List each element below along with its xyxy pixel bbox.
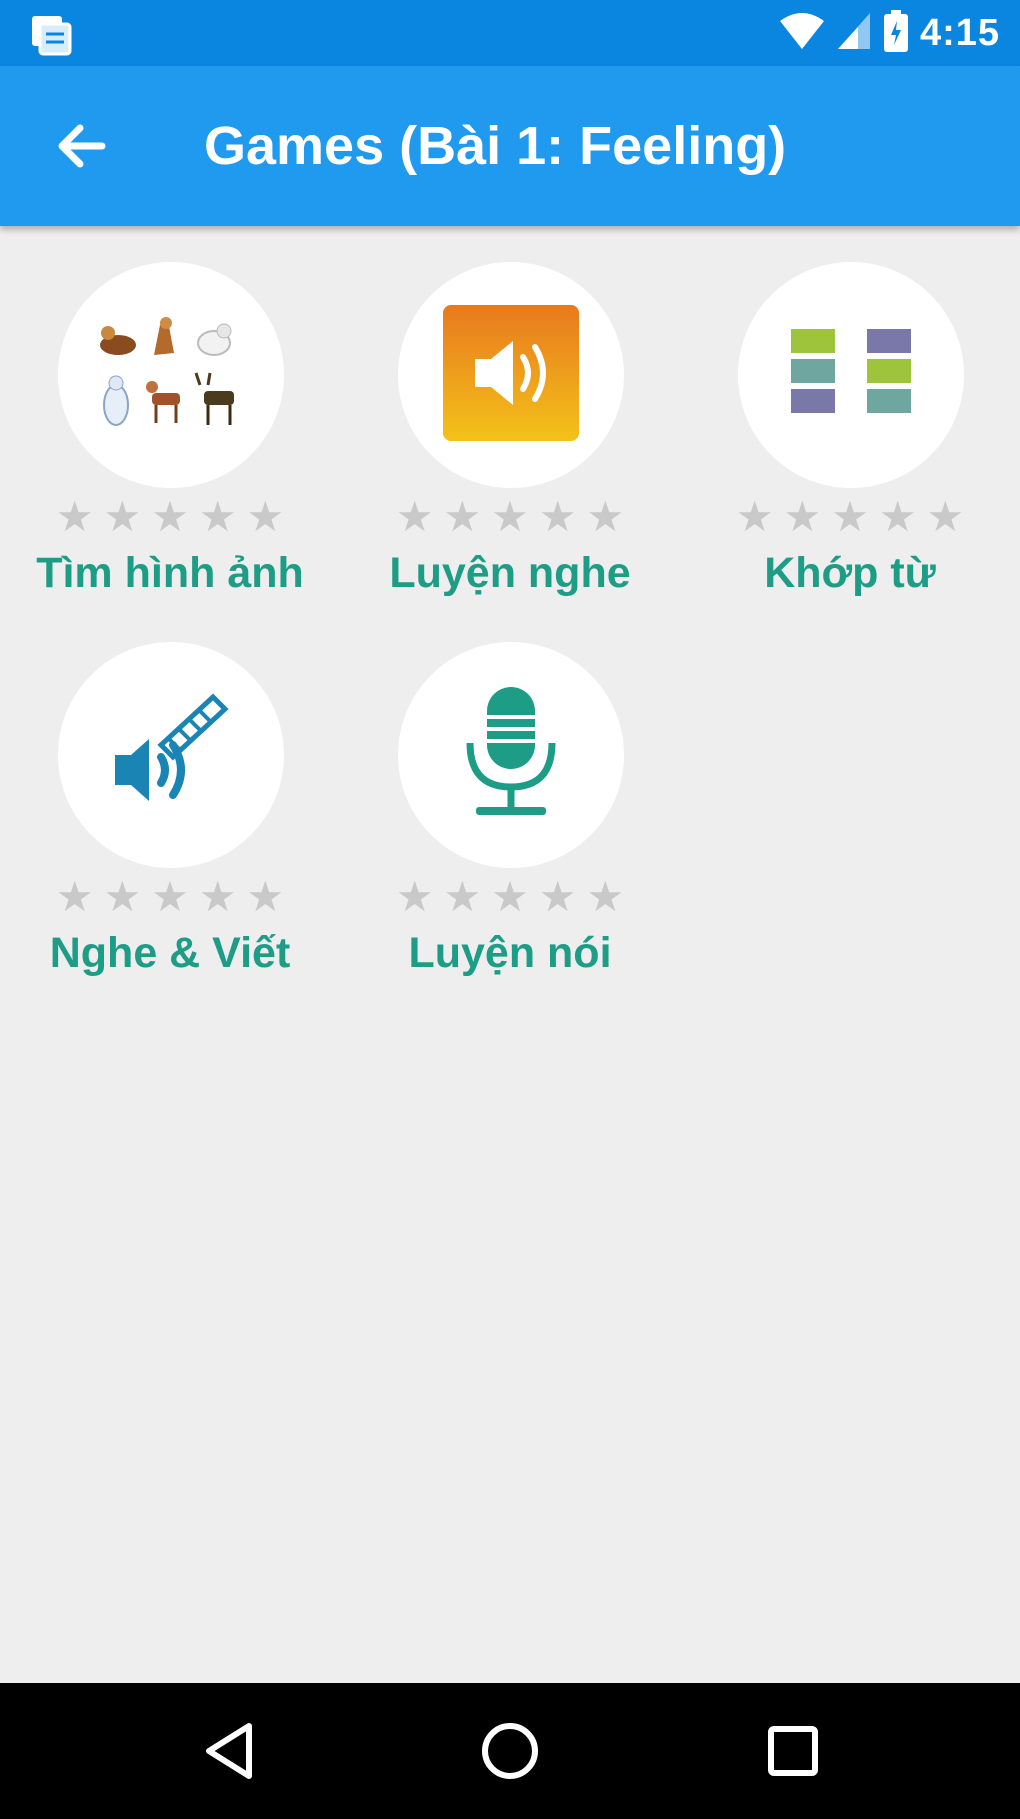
star-icon: ★ bbox=[443, 493, 482, 540]
navigation-bar bbox=[0, 1683, 1020, 1819]
game-tile-speaking[interactable]: ★ ★ ★ ★ ★ Luyện nói bbox=[360, 606, 660, 977]
star-icon: ★ bbox=[395, 493, 434, 540]
home-circle-icon[interactable] bbox=[475, 1716, 545, 1786]
star-icon: ★ bbox=[586, 873, 625, 920]
star-icon: ★ bbox=[55, 493, 94, 540]
status-time: 4:15 bbox=[919, 11, 1000, 54]
game-tile-listen-write[interactable]: ★ ★ ★ ★ ★ Nghe & Viết bbox=[20, 606, 320, 977]
app-bar: Games (Bài 1: Feeling) bbox=[0, 66, 1020, 226]
star-icon: ★ bbox=[491, 873, 529, 920]
star-icon: ★ bbox=[538, 493, 577, 540]
match-words-icon bbox=[781, 323, 921, 428]
star-icon: ★ bbox=[538, 873, 577, 920]
game-label: Luyện nghe bbox=[389, 549, 631, 597]
notification-icon bbox=[28, 12, 76, 56]
star-rating: ★ ★ ★ ★ ★ bbox=[360, 873, 660, 921]
arrow-back-icon[interactable] bbox=[50, 116, 110, 176]
star-icon: ★ bbox=[246, 493, 285, 540]
speaker-icon bbox=[441, 303, 581, 448]
star-icon: ★ bbox=[783, 493, 822, 540]
star-rating: ★ ★ ★ ★ ★ bbox=[700, 493, 1000, 541]
star-icon: ★ bbox=[586, 493, 625, 540]
star-rating: ★ ★ ★ ★ ★ bbox=[20, 493, 320, 541]
game-label: Khớp từ bbox=[764, 549, 936, 597]
microphone-icon bbox=[456, 683, 566, 828]
star-icon: ★ bbox=[926, 493, 965, 540]
star-icon: ★ bbox=[491, 493, 529, 540]
star-rating: ★ ★ ★ ★ ★ bbox=[20, 873, 320, 921]
game-icon-container bbox=[738, 262, 964, 488]
recents-square-icon[interactable] bbox=[758, 1716, 828, 1786]
star-icon: ★ bbox=[878, 493, 917, 540]
battery-icon bbox=[882, 9, 910, 58]
listen-write-icon bbox=[101, 683, 241, 828]
animal-pictures-icon bbox=[96, 313, 246, 438]
star-icon: ★ bbox=[735, 493, 774, 540]
status-bar: 4:15 bbox=[0, 0, 1020, 66]
game-tile-listening[interactable]: ★ ★ ★ ★ ★ Luyện nghe bbox=[360, 226, 660, 597]
game-label: Tìm hình ảnh bbox=[36, 549, 304, 597]
star-icon: ★ bbox=[198, 873, 237, 920]
star-icon: ★ bbox=[103, 493, 142, 540]
star-icon: ★ bbox=[443, 873, 482, 920]
signal-icon bbox=[836, 11, 872, 56]
game-icon-container bbox=[398, 262, 624, 488]
game-label: Nghe & Viết bbox=[49, 929, 291, 977]
wifi-icon bbox=[778, 11, 826, 56]
game-label: Luyện nói bbox=[408, 929, 612, 977]
star-icon: ★ bbox=[246, 873, 285, 920]
star-icon: ★ bbox=[151, 493, 189, 540]
game-tile-find-picture[interactable]: ★ ★ ★ ★ ★ Tìm hình ảnh bbox=[20, 226, 320, 597]
star-icon: ★ bbox=[103, 873, 142, 920]
page-title: Games (Bài 1: Feeling) bbox=[204, 116, 787, 176]
game-icon-container bbox=[398, 642, 624, 868]
back-triangle-icon[interactable] bbox=[195, 1716, 265, 1786]
star-rating: ★ ★ ★ ★ ★ bbox=[360, 493, 660, 541]
game-icon-container bbox=[58, 642, 284, 868]
star-icon: ★ bbox=[151, 873, 189, 920]
star-icon: ★ bbox=[395, 873, 434, 920]
star-icon: ★ bbox=[831, 493, 869, 540]
game-tile-match-words[interactable]: ★ ★ ★ ★ ★ Khớp từ bbox=[700, 226, 1000, 597]
game-icon-container bbox=[58, 262, 284, 488]
star-icon: ★ bbox=[198, 493, 237, 540]
star-icon: ★ bbox=[55, 873, 94, 920]
